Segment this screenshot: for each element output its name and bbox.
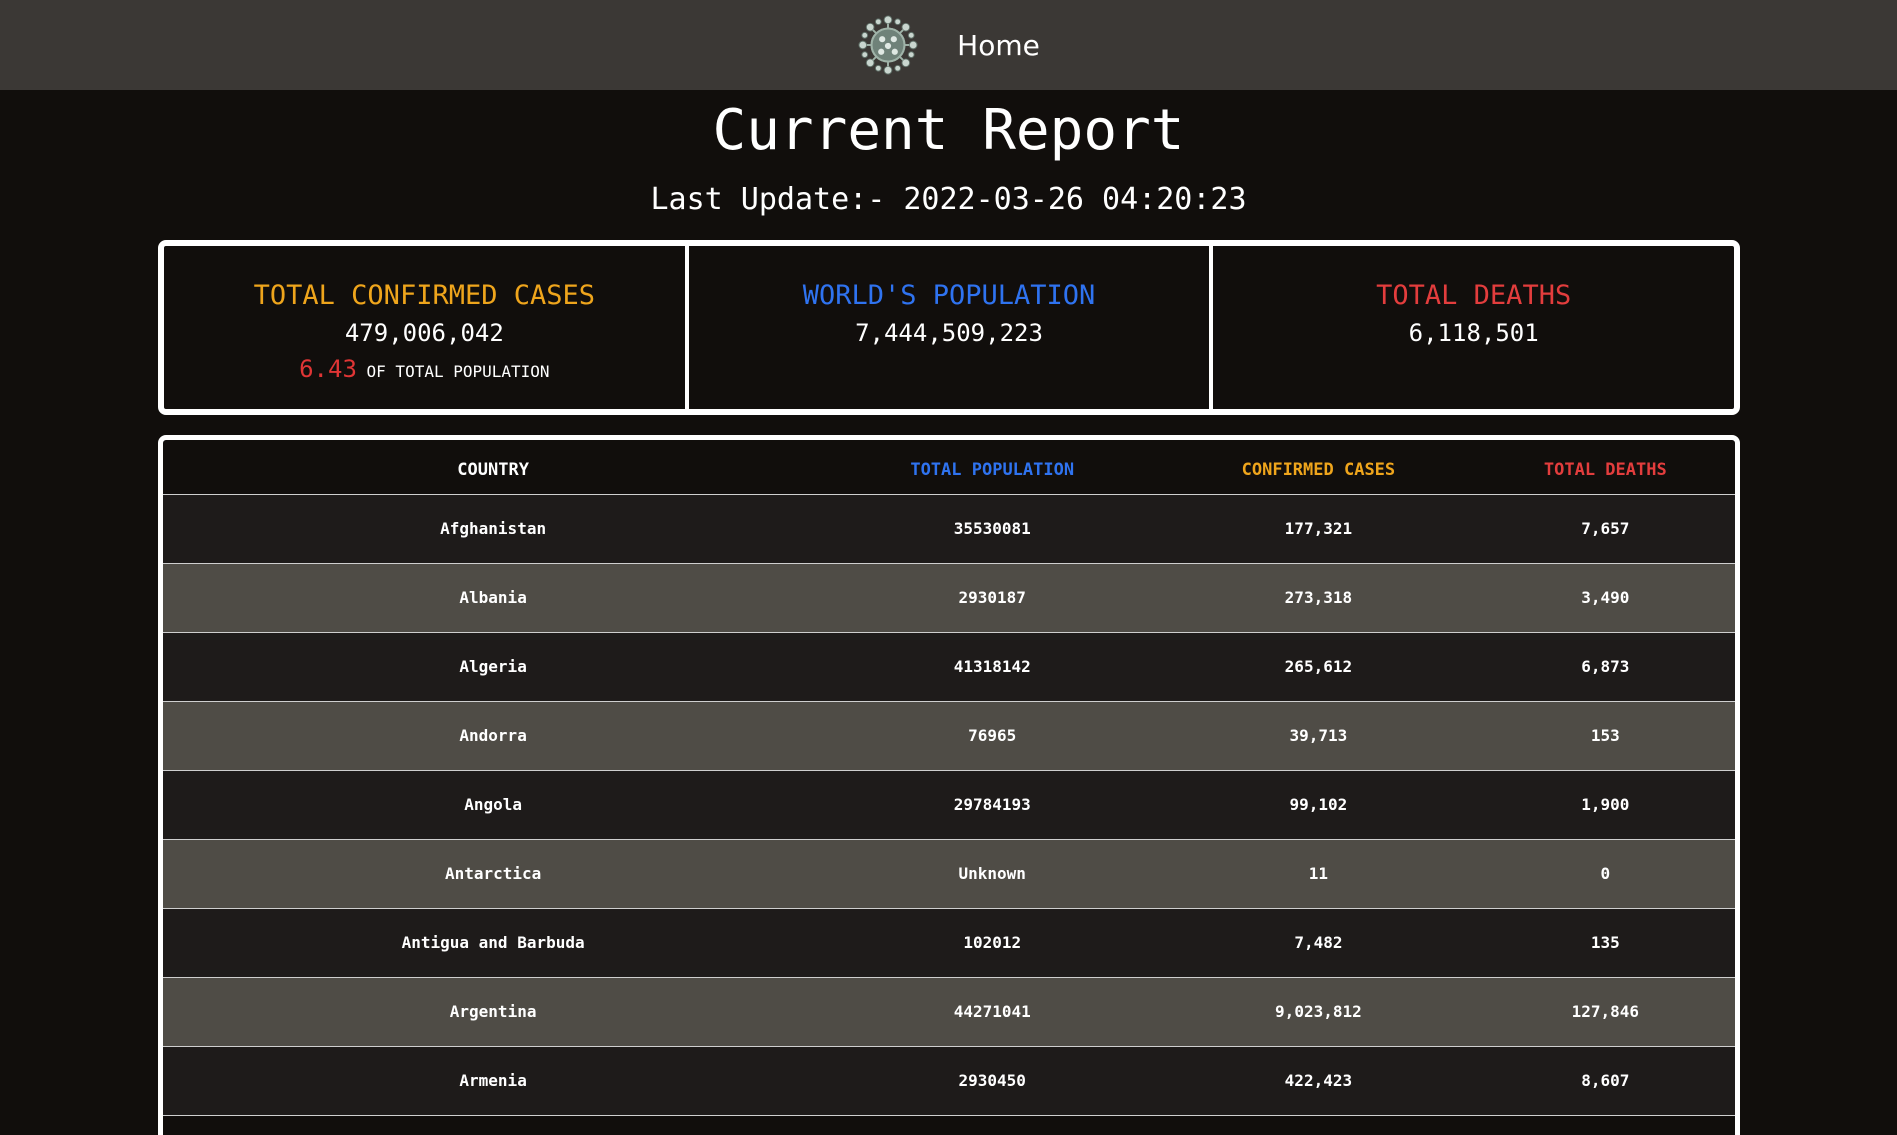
table-header-row: COUNTRY TOTAL POPULATION CONFIRMED CASES…: [163, 440, 1735, 495]
table-row: Albania 2930187 273,318 3,490: [163, 563, 1735, 633]
country-table: COUNTRY TOTAL POPULATION CONFIRMED CASES…: [163, 440, 1735, 1116]
cell-cases: 99,102: [1161, 770, 1476, 840]
cell-cases: 39,713: [1161, 701, 1476, 771]
header-total-population: TOTAL POPULATION: [823, 440, 1162, 495]
cell-country: Albania: [163, 563, 824, 633]
table-row: Angola 29784193 99,102 1,900: [163, 770, 1735, 840]
cell-deaths: 153: [1475, 701, 1735, 771]
confirmed-cases-value: 479,006,042: [344, 319, 504, 347]
table-row: Argentina 44271041 9,023,812 127,846: [163, 977, 1735, 1047]
cell-deaths: 0: [1475, 839, 1735, 909]
world-population-card: WORLD'S POPULATION 7,444,509,223: [684, 246, 1210, 409]
cell-cases: 273,318: [1161, 563, 1476, 633]
cell-population: Unknown: [823, 839, 1162, 909]
cell-deaths: 8,607: [1475, 1046, 1735, 1116]
virus-icon[interactable]: [857, 14, 919, 76]
cell-country: Argentina: [163, 977, 824, 1047]
world-population-label: WORLD'S POPULATION: [802, 280, 1096, 311]
cell-cases: 7,482: [1161, 908, 1476, 978]
header-total-deaths: TOTAL DEATHS: [1475, 440, 1735, 495]
confirmed-cases-label: TOTAL CONFIRMED CASES: [253, 280, 596, 311]
last-update-text: Last Update:- 2022-03-26 04:20:23: [650, 182, 1247, 217]
confirmed-percent-suffix: OF TOTAL POPULATION: [366, 362, 550, 381]
table-row: Algeria 41318142 265,612 6,873: [163, 632, 1735, 702]
cell-population: 44271041: [823, 977, 1162, 1047]
home-link[interactable]: Home: [957, 29, 1040, 62]
total-deaths-value: 6,118,501: [1408, 319, 1539, 347]
cell-country: Antarctica: [163, 839, 824, 909]
cell-country: Algeria: [163, 632, 824, 702]
cell-cases: 265,612: [1161, 632, 1476, 702]
table-row: Armenia 2930450 422,423 8,607: [163, 1046, 1735, 1116]
cell-deaths: 7,657: [1475, 494, 1735, 564]
page-title: Current Report: [712, 98, 1185, 163]
confirmed-cases-card: TOTAL CONFIRMED CASES 479,006,042 6.43 O…: [164, 246, 685, 409]
table-row: Antigua and Barbuda 102012 7,482 135: [163, 908, 1735, 978]
top-navbar: Home: [0, 0, 1897, 90]
cell-country: Antigua and Barbuda: [163, 908, 824, 978]
total-deaths-card: TOTAL DEATHS 6,118,501: [1209, 246, 1734, 409]
cell-cases: 422,423: [1161, 1046, 1476, 1116]
header-confirmed-cases: CONFIRMED CASES: [1161, 440, 1476, 495]
cell-deaths: 1,900: [1475, 770, 1735, 840]
world-population-value: 7,444,509,223: [855, 319, 1043, 347]
header-country: COUNTRY: [163, 440, 824, 495]
summary-stats-panel: TOTAL CONFIRMED CASES 479,006,042 6.43 O…: [158, 240, 1740, 415]
cell-cases: 9,023,812: [1161, 977, 1476, 1047]
cell-deaths: 127,846: [1475, 977, 1735, 1047]
table-row: Andorra 76965 39,713 153: [163, 701, 1735, 771]
cell-cases: 177,321: [1161, 494, 1476, 564]
table-row: Afghanistan 35530081 177,321 7,657: [163, 494, 1735, 564]
table-row: Antarctica Unknown 11 0: [163, 839, 1735, 909]
cell-population: 102012: [823, 908, 1162, 978]
cell-population: 2930187: [823, 563, 1162, 633]
cell-population: 35530081: [823, 494, 1162, 564]
cell-deaths: 6,873: [1475, 632, 1735, 702]
country-table-container[interactable]: COUNTRY TOTAL POPULATION CONFIRMED CASES…: [158, 435, 1740, 1135]
cell-cases: 11: [1161, 839, 1476, 909]
cell-country: Andorra: [163, 701, 824, 771]
cell-country: Angola: [163, 770, 824, 840]
cell-country: Afghanistan: [163, 494, 824, 564]
confirmed-percent-value: 6.43: [299, 355, 357, 383]
cell-population: 76965: [823, 701, 1162, 771]
cell-country: Armenia: [163, 1046, 824, 1116]
cell-deaths: 135: [1475, 908, 1735, 978]
cell-population: 29784193: [823, 770, 1162, 840]
cell-population: 2930450: [823, 1046, 1162, 1116]
cell-population: 41318142: [823, 632, 1162, 702]
total-deaths-label: TOTAL DEATHS: [1376, 280, 1572, 311]
confirmed-percent-line: 6.43 OF TOTAL POPULATION: [164, 352, 685, 389]
cell-deaths: 3,490: [1475, 563, 1735, 633]
